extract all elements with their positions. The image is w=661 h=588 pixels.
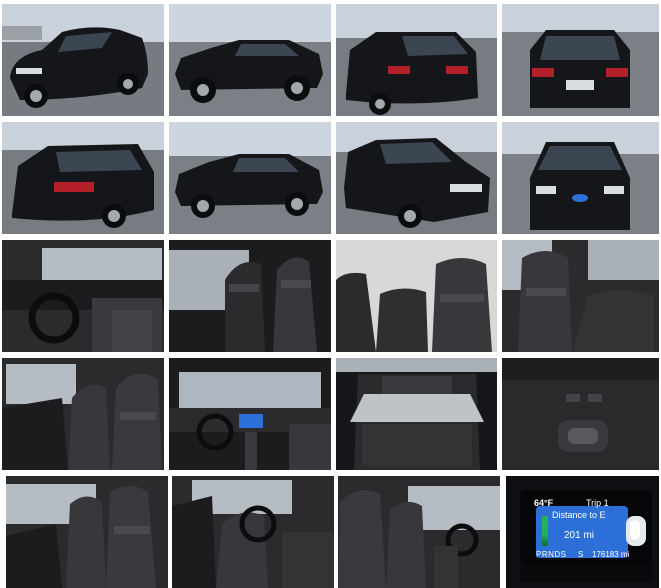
photo-interior-rear-seat-door[interactable] xyxy=(2,358,164,470)
cluster-gear-mode: S xyxy=(578,550,584,559)
photo-interior-rear-cabin-image xyxy=(6,476,168,588)
photo-exterior-left-side-image xyxy=(169,4,331,116)
photo-interior-dashboard-view[interactable] xyxy=(169,358,331,470)
photo-trunk-release-button[interactable] xyxy=(502,358,659,470)
photo-interior-driver-door-open[interactable] xyxy=(172,476,334,588)
photo-interior-rear-seats[interactable] xyxy=(336,240,497,352)
photo-interior-front-seats[interactable] xyxy=(169,240,331,352)
photo-cargo-area-image xyxy=(336,358,497,470)
photo-exterior-rear-left-closeup[interactable] xyxy=(2,122,164,234)
photo-cargo-area[interactable] xyxy=(336,358,497,470)
photo-exterior-rear[interactable] xyxy=(502,4,659,116)
photo-interior-front-seats-image xyxy=(169,240,331,352)
photo-interior-rear-seats-angle[interactable] xyxy=(502,240,659,352)
photo-exterior-front-right[interactable] xyxy=(336,122,497,234)
photo-instrument-cluster[interactable]: 64°F Trip 1 Distance to E 201 mi PRNDS S… xyxy=(506,476,659,588)
photo-exterior-rear-left[interactable] xyxy=(336,4,497,116)
photo-interior-dashboard-view-image xyxy=(169,358,331,470)
photo-exterior-side-profile-image xyxy=(169,122,331,234)
cluster-distance-label: Distance to E xyxy=(552,510,606,520)
cluster-gear: PRNDS xyxy=(536,550,567,559)
photo-interior-rear-cabin[interactable] xyxy=(6,476,168,588)
photo-interior-driver-dashboard-image xyxy=(2,240,164,352)
photo-interior-driver-door-open-image xyxy=(172,476,334,588)
photo-exterior-front-image xyxy=(502,122,659,234)
photo-exterior-side-profile[interactable] xyxy=(169,122,331,234)
photo-trunk-release-button-image xyxy=(502,358,659,470)
photo-interior-rear-seat-door-image xyxy=(2,358,164,470)
car-top-view-icon xyxy=(630,520,640,540)
cluster-odometer: 176183 mi xyxy=(592,550,630,559)
photo-exterior-left-side[interactable] xyxy=(169,4,331,116)
photo-interior-driver-dashboard[interactable] xyxy=(2,240,164,352)
photo-exterior-front[interactable] xyxy=(502,122,659,234)
fuel-gauge-icon xyxy=(542,516,548,546)
cluster-temperature: 64°F xyxy=(534,498,554,508)
photo-exterior-rear-left-closeup-image xyxy=(2,122,164,234)
photo-exterior-front-left[interactable] xyxy=(2,4,164,116)
photo-exterior-front-left-image xyxy=(2,4,164,116)
photo-gallery: 64°F Trip 1 Distance to E 201 mi PRNDS S… xyxy=(0,0,661,588)
photo-interior-passenger-side[interactable] xyxy=(338,476,500,588)
photo-interior-rear-seats-image xyxy=(336,240,497,352)
cluster-distance-value: 201 mi xyxy=(564,530,595,541)
photo-interior-rear-seats-angle-image xyxy=(502,240,659,352)
photo-exterior-rear-image xyxy=(502,4,659,116)
cluster-trip: Trip 1 xyxy=(586,498,609,508)
photo-exterior-rear-left-image xyxy=(336,4,497,116)
photo-interior-passenger-side-image xyxy=(338,476,500,588)
photo-exterior-front-right-image xyxy=(336,122,497,234)
